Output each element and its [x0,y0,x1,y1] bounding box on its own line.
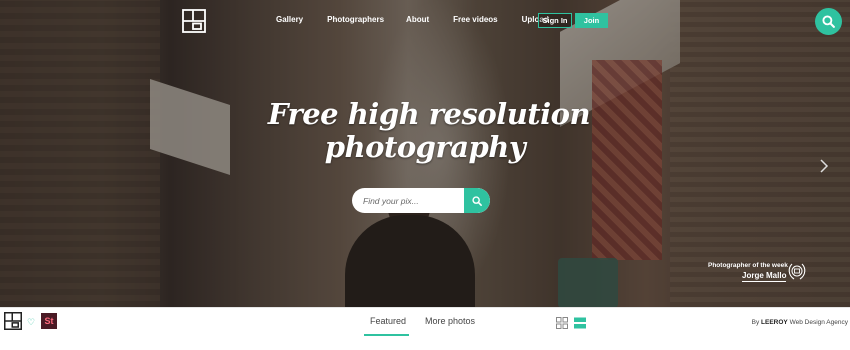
photographer-of-week: Photographer of the week Jorge Mallo [708,262,788,282]
sign-in-button[interactable]: Sign In [538,13,572,28]
credit-brand: LEEROY [761,319,788,326]
tab-more-photos[interactable]: More photos [425,316,475,326]
bottom-bar: ♡ St Featured More photos By LEEROY Web … [0,307,850,350]
search-icon [822,15,835,28]
potw-label: Photographer of the week [708,262,788,269]
nav-free-videos[interactable]: Free videos [453,15,497,24]
hero-search-input[interactable] [352,188,464,213]
chevron-right-icon[interactable] [818,158,830,174]
grid-view-icon[interactable] [556,317,568,329]
tab-featured[interactable]: Featured [370,316,406,326]
logo-icon[interactable] [182,9,206,33]
nav-gallery[interactable]: Gallery [276,15,303,24]
top-search-button[interactable] [815,8,842,35]
active-tab-indicator [364,334,409,336]
logo-icon[interactable] [4,312,22,330]
main-nav: Gallery Photographers About Free videos … [276,15,573,24]
nav-photographers[interactable]: Photographers [327,15,384,24]
join-button[interactable]: Join [575,13,608,28]
hero-search-box [352,188,490,213]
search-icon [472,195,482,206]
credit-suffix: Web Design Agency [789,319,848,326]
list-view-icon[interactable] [574,317,586,329]
heart-icon[interactable]: ♡ [27,317,35,328]
hero-title-line2: photography [324,130,526,164]
nav-about[interactable]: About [406,15,429,24]
credit-prefix: By [751,319,760,326]
laurel-icon [788,263,806,280]
agency-credit[interactable]: By LEEROY Web Design Agency [752,319,848,326]
hero-title-line1: Free high resolution [267,97,591,131]
stock-app-badge[interactable]: St [41,313,57,329]
hero-search-button[interactable] [464,188,490,213]
potw-name[interactable]: Jorge Mallo [742,271,787,282]
